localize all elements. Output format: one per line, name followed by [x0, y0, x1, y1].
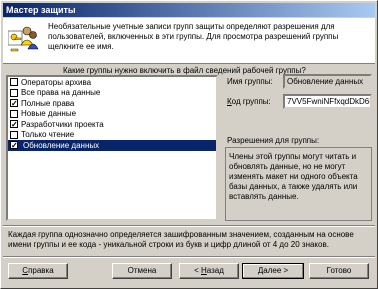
divider	[3, 256, 375, 258]
group-checkbox[interactable]: ✓	[10, 141, 18, 150]
group-label: Новые данные	[21, 109, 77, 119]
wizard-header: Необязательные учетные записи групп защи…	[3, 18, 375, 64]
group-checkbox[interactable]	[10, 78, 18, 87]
group-label: Обновление данных	[23, 140, 100, 150]
help-button-label: Справка	[22, 266, 54, 275]
group-checkbox[interactable]	[10, 88, 18, 97]
window-title: Мастер защиты	[6, 5, 76, 15]
group-item-all-data-rights[interactable]: Все права на данные	[8, 88, 216, 99]
group-checkbox[interactable]	[10, 109, 18, 118]
group-item-full-rights[interactable]: ✓ Полные права	[8, 98, 216, 109]
group-label: Полные права	[21, 98, 75, 108]
group-name-field: Обновление данных	[283, 74, 372, 89]
group-item-new-data[interactable]: Новые данные	[8, 109, 216, 120]
title-bar: Мастер защиты	[3, 3, 375, 17]
group-checkbox[interactable]	[10, 130, 18, 139]
security-wizard-window: Мастер защиты Необязательные учетные зап…	[0, 0, 378, 289]
back-button-label: < Назад	[194, 266, 224, 275]
footer-note: Каждая группа однозначно определяется за…	[8, 230, 354, 249]
group-label: Только чтение	[21, 130, 75, 140]
group-item-archive-operators[interactable]: Операторы архива	[8, 77, 216, 88]
group-item-read-only[interactable]: Только чтение	[8, 130, 216, 141]
intro-text: Необязательные учетные записи групп защи…	[48, 22, 339, 51]
permissions-label: Разрешения для группы:	[227, 136, 320, 145]
next-button-label: Далее >	[257, 266, 289, 275]
group-label: Разработчики проекта	[21, 119, 104, 129]
group-checkbox[interactable]: ✓	[10, 99, 18, 108]
group-name-label: Имя группы:	[227, 77, 273, 86]
group-item-update-data[interactable]: ✓ Обновление данных	[8, 140, 216, 151]
back-button[interactable]: < Назад	[179, 263, 239, 279]
group-label: Все права на данные	[21, 88, 101, 98]
users-keys-icon	[7, 23, 40, 53]
groups-list[interactable]: Операторы архива Все права на данные ✓ П…	[6, 75, 218, 221]
group-item-project-developers[interactable]: ✓ Разработчики проекта	[8, 119, 216, 130]
group-label: Операторы архива	[21, 77, 92, 87]
group-checkbox[interactable]: ✓	[10, 120, 18, 129]
divider	[3, 225, 375, 227]
help-button[interactable]: Справка	[8, 263, 68, 279]
group-code-input[interactable]: 7VV5FwniNFfxqdDkD6P	[283, 94, 372, 109]
group-code-label: Код группы:	[227, 97, 271, 106]
cancel-button[interactable]: Отмена	[112, 263, 172, 279]
permissions-description: Члены этой группы могут читать и обновля…	[225, 147, 372, 221]
next-button[interactable]: Далее >	[242, 263, 304, 279]
finish-button[interactable]: Готово	[309, 263, 369, 279]
